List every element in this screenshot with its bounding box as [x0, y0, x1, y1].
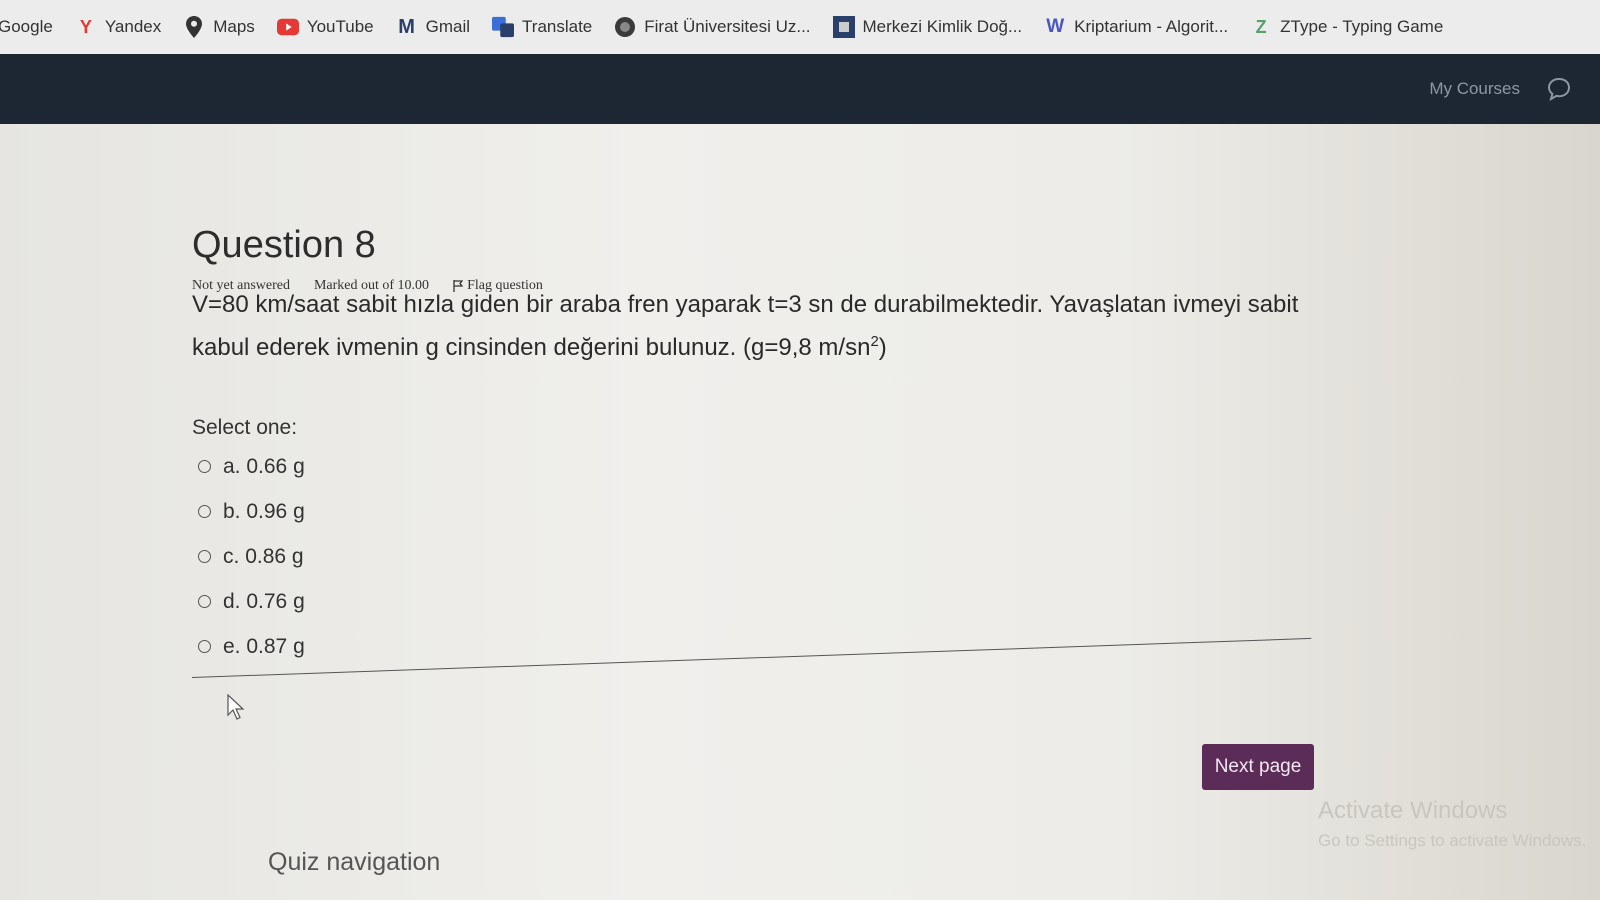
option-letter: e. [223, 634, 241, 658]
bookmark-yandex[interactable]: Y Yandex [75, 16, 161, 38]
bookmark-label: Maps [213, 17, 255, 36]
watermark-title: Activate Windows [1318, 797, 1508, 824]
bookmark-kriptarium[interactable]: W Kriptarium - Algorit... [1044, 16, 1228, 38]
question-text-exponent: 2 [870, 333, 879, 350]
radio-button[interactable] [198, 550, 211, 563]
answer-option-d[interactable]: d. 0.76 g [198, 579, 305, 624]
bookmark-label: Google [0, 17, 53, 36]
bookmark-label: ZType - Typing Game [1280, 17, 1444, 36]
option-value: 0.87 g [246, 634, 305, 658]
option-letter: a. [223, 454, 241, 478]
bookmark-label: YouTube [306, 17, 374, 36]
watermark-subtitle: Go to Settings to activate Windows. [1318, 831, 1587, 850]
main-content: Question 8 Not yet answered Marked out o… [0, 124, 1600, 900]
option-letter: d. [223, 589, 241, 613]
question-text: V=80 km/saat sabit hızla giden bir araba… [192, 286, 1312, 366]
bookmark-label: Kriptarium - Algorit... [1074, 17, 1229, 36]
my-courses-link[interactable]: My Courses [1429, 79, 1520, 99]
option-value: 0.76 g [246, 589, 305, 613]
bookmark-label: Gmail [425, 17, 471, 36]
option-value: 0.86 g [245, 544, 304, 568]
question-text-close: ) [878, 334, 887, 361]
question-title: Question 8 [192, 224, 376, 266]
question-text-given: (g=9,8 m/sn [743, 334, 871, 361]
kriptarium-icon: W [1046, 16, 1065, 37]
bookmark-ztype[interactable]: Z ZType - Typing Game [1250, 16, 1444, 38]
identity-icon [832, 16, 855, 38]
option-letter: c. [223, 544, 240, 568]
next-page-button[interactable]: Next page [1202, 744, 1314, 790]
chat-bubble-icon[interactable] [1546, 76, 1572, 102]
answer-option-b[interactable]: b. 0.96 g [198, 489, 305, 534]
bookmark-maps[interactable]: Maps [183, 16, 255, 38]
answer-option-c[interactable]: c. 0.86 g [198, 534, 305, 579]
gmail-icon: M [398, 15, 415, 38]
bookmark-label: Merkezi Kimlik Doğ... [862, 17, 1023, 36]
answer-option-a[interactable]: a. 0.66 g [198, 444, 305, 489]
bookmark-translate[interactable]: Translate [492, 16, 592, 38]
bookmark-google[interactable]: Google [0, 17, 53, 37]
bookmark-gmail[interactable]: M Gmail [396, 16, 470, 38]
bookmark-firat[interactable]: Firat Üniversitesi Uz... [614, 16, 811, 38]
select-one-label: Select one: [192, 416, 298, 439]
radio-button[interactable] [198, 640, 211, 653]
quiz-navigation-heading: Quiz navigation [268, 848, 441, 876]
option-value: 0.96 g [246, 499, 305, 523]
maps-pin-icon [183, 16, 205, 38]
ztype-icon: Z [1255, 16, 1267, 37]
activate-windows-watermark: Activate Windows Go to Settings to activ… [1318, 796, 1586, 856]
bookmark-label: Yandex [104, 17, 162, 36]
bookmark-label: Firat Üniversitesi Uz... [644, 17, 811, 36]
section-divider [191, 637, 1312, 678]
mouse-cursor-icon [227, 693, 245, 725]
radio-button[interactable] [198, 505, 211, 518]
option-letter: b. [223, 499, 241, 523]
option-value: 0.66 g [246, 454, 305, 478]
bookmark-youtube[interactable]: YouTube [276, 16, 374, 38]
top-navbar: My Courses [0, 54, 1600, 124]
radio-button[interactable] [198, 460, 211, 473]
translate-icon [492, 16, 515, 38]
bookmark-label: Translate [522, 17, 593, 36]
answer-option-e[interactable]: e. 0.87 g [198, 624, 305, 669]
answer-options: a. 0.66 g b. 0.96 g c. 0.86 g d. 0.76 g … [198, 444, 305, 669]
bookmark-merkezi[interactable]: Merkezi Kimlik Doğ... [832, 16, 1023, 38]
yandex-icon: Y [79, 16, 92, 37]
university-icon [614, 16, 636, 38]
youtube-icon [276, 16, 299, 38]
bookmarks-bar: Google Y Yandex Maps YouTube M Gmail Tra… [0, 0, 1600, 55]
radio-button[interactable] [198, 595, 211, 608]
